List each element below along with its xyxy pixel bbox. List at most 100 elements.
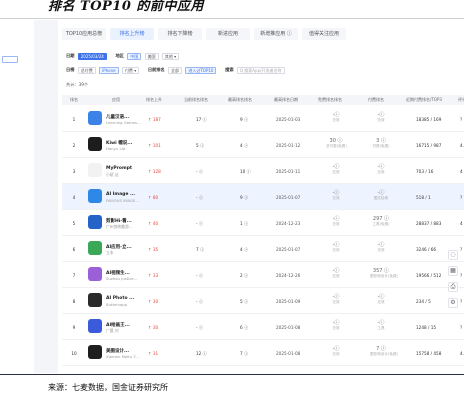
col-best-rank[interactable]: 最高排名排名	[228, 95, 252, 105]
tab-top10-overall[interactable]: TOP10应用总榜	[62, 28, 106, 40]
settings-icon[interactable]: ⚙	[448, 298, 458, 308]
col-rank-rise[interactable]: 排名上升	[146, 95, 162, 105]
type-option-total-paid[interactable]: 总付费	[77, 66, 96, 74]
col-paid-rank[interactable]: 付费排名	[368, 95, 384, 105]
col-current-rank[interactable]: 当前排名排名	[184, 95, 208, 105]
paid-rank: -ⓘ 无效	[370, 294, 392, 305]
rating: ?	[460, 195, 463, 200]
best-rank-date: 2025-01-08	[276, 325, 301, 330]
table-header: 排名 应用 排名上升 当前排名排名 最高排名排名 最高排名日期 免费排名排名 付…	[62, 95, 464, 105]
app-icon[interactable]	[88, 215, 102, 229]
chat-icon[interactable]: ◌	[448, 250, 458, 260]
recent-paid-rank: 16715 / 987	[416, 143, 442, 148]
app-name[interactable]: MyPrompt	[106, 166, 132, 171]
side-toolbar: ◌ ▦ ⎙ ⚙	[444, 250, 464, 310]
col-rating[interactable]: 评分	[458, 95, 464, 105]
report-title: 排名 TOP10 的前中应用	[48, 0, 204, 14]
best-rank: 4 ⓘ	[240, 247, 249, 252]
frame-bottom-divider	[0, 374, 464, 375]
tab-new-promoted[interactable]: 新增推应用 ⓘ	[254, 28, 298, 40]
region-option-other[interactable]: 其他 ▾	[161, 52, 180, 60]
left-panel-button[interactable]	[2, 56, 18, 63]
app-icon[interactable]	[88, 267, 102, 281]
source-note: 来源：七麦数据，国金证券研究所	[48, 383, 168, 392]
rank-number: 4	[72, 195, 76, 200]
rank-option-top10[interactable]: 进入过TOP10	[185, 66, 217, 74]
best-rank: 9 ⓘ	[240, 195, 249, 200]
free-rank-category: 无效	[332, 170, 340, 174]
free-rank-category: 无效	[332, 196, 340, 200]
app-icon[interactable]	[88, 241, 102, 255]
current-rank: - ⓘ	[196, 195, 204, 200]
best-rank: 2 ⓘ	[240, 273, 249, 278]
tab-watchlist[interactable]: 值得关注应用	[302, 28, 346, 40]
best-rank-date: 2024-12-23	[276, 221, 301, 226]
print-icon[interactable]: ⎙	[448, 282, 458, 292]
table-row[interactable]: 6 AI应用-立... 立本 ↑ 35 7 ⓘ 4 ⓘ 2025-01-07 -ⓘ 无效 -ⓘ 无效…	[62, 236, 464, 262]
current-rank: 5 ⓘ	[196, 143, 205, 148]
app-icon[interactable]	[88, 137, 102, 151]
app-developer: Buttersapp	[106, 302, 128, 307]
date-picker[interactable]: 2025/03/24	[77, 52, 107, 60]
tab-rank-fall[interactable]: 排名下降榜	[158, 28, 202, 40]
best-rank-date: 2024-12-26	[276, 273, 301, 278]
rating: 4	[460, 221, 463, 226]
table-row[interactable]: 5 剪影Hi-看... 广州剪映趣游... ↑ 40- ⓘ 1 ⓘ 2024-12-23-…	[62, 210, 464, 236]
best-rank-date: 2025-01-12	[276, 143, 301, 148]
table-row[interactable]: 8 AI Photo ... Buttersapp ↑ 30 - ⓘ 5 ⓘ 2025-01…	[62, 288, 464, 314]
table-row[interactable]: 10 美图设计... Xiamen Meitu T... ↑ 31 12 ⓘ 7 ⓘ 202…	[62, 340, 464, 366]
current-rank: - ⓘ	[196, 273, 204, 278]
tab-new-apps[interactable]: 新进应用	[206, 28, 250, 40]
col-rank[interactable]: 排名	[70, 95, 78, 105]
region-filter-label: 地区	[115, 53, 124, 58]
free-rank: -ⓘ 无效	[326, 346, 346, 357]
app-developer: Hanyu Ltd	[106, 146, 126, 151]
paid-rank: -ⓘ 工具	[370, 320, 392, 331]
table-row[interactable]: 3 MyPrompt 小斌 丛 ↑ 128 - ⓘ 10 ⓘ 2025-01-11 -ⓘ 无效 -…	[62, 158, 464, 184]
app-icon[interactable]	[88, 111, 102, 125]
free-rank: -ⓘ 无效	[326, 242, 346, 253]
table-row[interactable]: 4 AI Image ... FAMOUS IMAGE... ↑ 80 - ⓘ 9 ⓘ 20…	[62, 184, 464, 210]
col-recent-paid-rank[interactable]: 近期付费排名/TOP3	[406, 95, 442, 105]
table-row[interactable]: 9 AI绘画王... 广晨 刘 ↑ 30- ⓘ 6 ⓘ 2025-01-08 -ⓘ 无效 -ⓘ 工…	[62, 314, 464, 340]
recent-paid-rank: 28837 / 883	[416, 221, 442, 226]
date-filter-label: 日期	[66, 53, 75, 58]
rank-change: ↑ 187	[148, 117, 161, 122]
table-row[interactable]: 7 AI视频生... Suzhou Justice... ↑ 33- ⓘ 2 ⓘ 2024…	[62, 262, 464, 288]
rating: ?	[460, 117, 463, 122]
free-rank: -ⓘ 无效	[326, 268, 346, 279]
app-icon[interactable]	[88, 163, 102, 177]
current-rank: - ⓘ	[196, 221, 204, 226]
rank-number: 3	[72, 169, 76, 174]
best-rank: 1 ⓘ	[240, 221, 249, 226]
category-dropdown[interactable]: 付费 ▾	[121, 66, 140, 74]
grid-icon[interactable]: ▦	[448, 266, 458, 276]
free-rank-category: 无效	[332, 274, 340, 278]
recent-paid-rank: 18385 / 169	[416, 117, 442, 122]
rank-change: ↑ 31	[148, 351, 159, 356]
best-rank-date: 2025-01-09	[276, 299, 301, 304]
left-gutter	[34, 20, 58, 373]
col-free-rank[interactable]: 免费排名排名	[318, 95, 342, 105]
best-rank-date: 2025-01-03	[276, 117, 301, 122]
region-option-us[interactable]: 美国	[144, 52, 159, 60]
current-rank: - ⓘ	[196, 325, 204, 330]
table-row[interactable]: 2 Kiwi 帽说... Hanyu Ltd ↑ 101 5 ⓘ 4 ⓘ 2025-01-1…	[62, 132, 464, 158]
app-name[interactable]: AI Photo ...	[106, 296, 134, 301]
col-app[interactable]: 应用	[112, 95, 120, 105]
app-icon[interactable]	[88, 293, 102, 307]
best-rank: 10 ⓘ	[240, 169, 251, 174]
tab-rank-rise[interactable]: 排名上升榜	[110, 28, 154, 40]
left-panel	[0, 20, 34, 373]
app-name[interactable]: AI Image ...	[106, 192, 135, 197]
app-icon[interactable]	[88, 345, 102, 359]
col-best-rank-date[interactable]: 最高排名日期	[274, 95, 298, 105]
rank-option-all[interactable]: 全部	[168, 66, 183, 74]
app-icon[interactable]	[88, 319, 102, 333]
type-option-iphone[interactable]: iPhone	[99, 66, 119, 74]
region-option-china[interactable]: 中国	[127, 52, 142, 60]
best-rank-date: 2025-01-11	[276, 169, 301, 174]
search-input[interactable]: Q 搜索App/开发者名称	[236, 66, 285, 74]
app-icon[interactable]	[88, 189, 102, 203]
table-row[interactable]: 1 儿童汉语... Learning Games... ↑ 187 17 ⓘ 9 ⓘ 202…	[62, 106, 464, 132]
